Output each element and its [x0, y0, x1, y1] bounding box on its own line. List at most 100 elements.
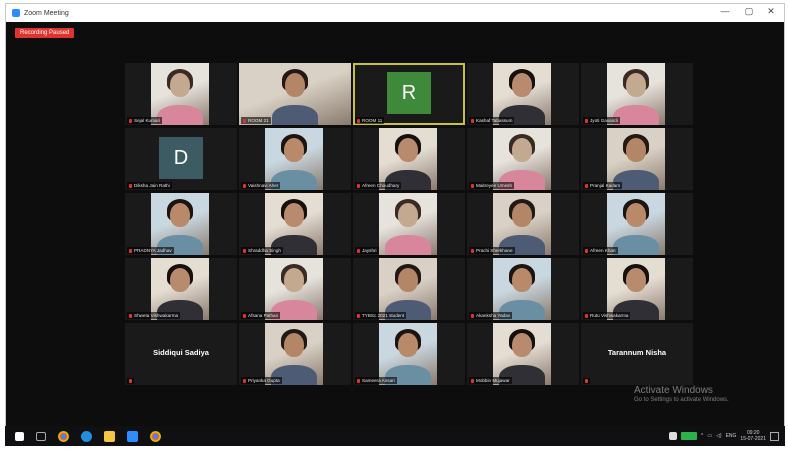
face-shape: [285, 73, 305, 97]
shield-icon[interactable]: [668, 432, 677, 440]
participant-label: Shraddha Singh: [241, 247, 283, 254]
participant-tile[interactable]: Prachi Sherkhane: [467, 193, 579, 255]
mic-muted-icon: [471, 313, 474, 318]
participant-tile[interactable]: Afreen Khan: [581, 193, 693, 255]
participant-name: ROOM 11: [362, 118, 383, 123]
participant-video: [265, 128, 323, 190]
participant-tile[interactable]: Kashaf Tabassum: [467, 63, 579, 125]
face-shape: [398, 268, 418, 292]
participant-tile[interactable]: Mobbin Mujawar: [467, 323, 579, 385]
participant-label: Rutu Vishwakarma: [583, 312, 631, 319]
network-icon[interactable]: ▭: [707, 433, 712, 439]
participant-tile[interactable]: Siddiqui Sadiya: [125, 323, 237, 385]
participant-avatar: R: [387, 72, 431, 114]
face-shape: [170, 268, 190, 292]
participant-tile[interactable]: PRADNYA Jadhav: [125, 193, 237, 255]
participant-video: [379, 258, 437, 320]
participant-name: Kashaf Tabassum: [476, 118, 513, 123]
participant-video: [265, 258, 323, 320]
participant-tile[interactable]: Shweta Vishwakarma: [125, 258, 237, 320]
chrome-icon[interactable]: [58, 430, 69, 442]
participant-name: Pranjal Kadam: [590, 183, 621, 188]
mic-muted-icon: [357, 378, 360, 383]
windows-start-icon[interactable]: [15, 431, 24, 441]
task-view-icon[interactable]: [36, 431, 46, 441]
mic-muted-icon: [585, 183, 588, 188]
edge-icon[interactable]: [81, 430, 92, 442]
participant-name: Diksha Jain Rathi: [134, 183, 170, 188]
participant-tile[interactable]: Maitreyee Umesh: [467, 128, 579, 190]
chevron-up-icon[interactable]: ^: [701, 433, 703, 439]
mic-muted-icon: [471, 118, 474, 123]
participant-tile[interactable]: Sameera Ansari: [353, 323, 465, 385]
participant-video: [493, 258, 551, 320]
participant-tile[interactable]: Sejal Kumari: [125, 63, 237, 125]
participant-video: [493, 323, 551, 385]
face-shape: [626, 203, 646, 227]
participant-label: Sameera Ansari: [355, 377, 397, 384]
participant-tile[interactable]: Jyoti Gavandi: [581, 63, 693, 125]
participant-video: [151, 193, 209, 255]
face-shape: [512, 73, 532, 97]
participant-tile[interactable]: Pranjal Kadam: [581, 128, 693, 190]
participant-tile[interactable]: Afreen Choudhary: [353, 128, 465, 190]
mic-muted-icon: [129, 183, 132, 188]
participant-label: Akanksha Yadav: [469, 312, 513, 319]
participant-video: [265, 323, 323, 385]
participant-label: Diksha Jain Rathi: [127, 182, 172, 189]
mic-muted-icon: [243, 118, 246, 123]
participant-name: Afreen Choudhary: [362, 183, 400, 188]
file-explorer-icon[interactable]: [104, 430, 115, 442]
face-shape: [284, 138, 304, 162]
watermark-subtitle: Go to Settings to activate Windows.: [634, 397, 729, 403]
mic-muted-icon: [243, 248, 246, 253]
clock-date: 15-07-2021: [740, 436, 766, 442]
participant-label: Pranjal Kadam: [583, 182, 623, 189]
participant-video: [493, 63, 551, 125]
mic-muted-icon: [129, 118, 132, 123]
participant-tile[interactable]: Rutu Vishwakarma: [581, 258, 693, 320]
mic-muted-icon: [471, 183, 474, 188]
participant-tile[interactable]: Akanksha Yadav: [467, 258, 579, 320]
mic-muted-icon: [585, 118, 588, 123]
participant-name-center: Tarannum Nisha: [607, 348, 667, 357]
participant-tile[interactable]: D Diksha Jain Rathi: [125, 128, 237, 190]
zoom-taskbar-icon[interactable]: [127, 430, 138, 442]
face-shape: [626, 138, 646, 162]
participant-tile[interactable]: Tarannum Nisha: [581, 323, 693, 385]
face-shape: [170, 203, 190, 227]
participant-label: Sejal Kumari: [127, 117, 163, 124]
zoom-window: Zoom Meeting — ▢ ✕ Recording Paused Seja…: [5, 3, 785, 446]
participant-video: [607, 128, 665, 190]
participant-tile[interactable]: ROOM 21: [239, 63, 351, 125]
participant-label: Prachi Sherkhane: [469, 247, 515, 254]
face-shape: [626, 73, 646, 97]
participant-name: Vaishnavi Aher: [248, 183, 279, 188]
language-indicator[interactable]: ENG: [726, 433, 737, 439]
mic-muted-icon: [357, 183, 360, 188]
participant-label: Afsana Pathan: [241, 312, 281, 319]
clock[interactable]: 09:20 15-07-2021: [740, 430, 766, 442]
watermark-title: Activate Windows: [634, 385, 713, 396]
participant-tile[interactable]: Shraddha Singh: [239, 193, 351, 255]
participant-label: ROOM 21: [241, 117, 271, 124]
participant-gallery: Sejal Kumari ROOM 21 R ROOM 11 Kashaf Tabass…: [6, 4, 784, 445]
participant-tile[interactable]: Vaishnavi Aher: [239, 128, 351, 190]
participant-tile[interactable]: R ROOM 11: [353, 63, 465, 125]
participant-tile[interactable]: Jayshri: [353, 193, 465, 255]
activate-windows-watermark: Activate Windows Go to Settings to activ…: [634, 385, 729, 403]
mic-muted-icon: [585, 248, 588, 253]
volume-icon[interactable]: ◁): [716, 433, 722, 439]
zoom-tray-icon[interactable]: [680, 432, 697, 440]
participant-name: Priyanka Gupta: [248, 378, 280, 383]
participant-name: Mobbin Mujawar: [476, 378, 510, 383]
participant-name: Afsana Pathan: [248, 313, 279, 318]
participant-name: ROOM 21: [248, 118, 269, 123]
shoulders-shape: [157, 105, 203, 125]
participant-video: [493, 193, 551, 255]
notification-icon[interactable]: [770, 431, 779, 441]
participant-tile[interactable]: Priyanka Gupta: [239, 323, 351, 385]
chrome-alt-icon[interactable]: [150, 430, 161, 442]
participant-tile[interactable]: TYBSc 2021 student: [353, 258, 465, 320]
participant-tile[interactable]: Afsana Pathan: [239, 258, 351, 320]
